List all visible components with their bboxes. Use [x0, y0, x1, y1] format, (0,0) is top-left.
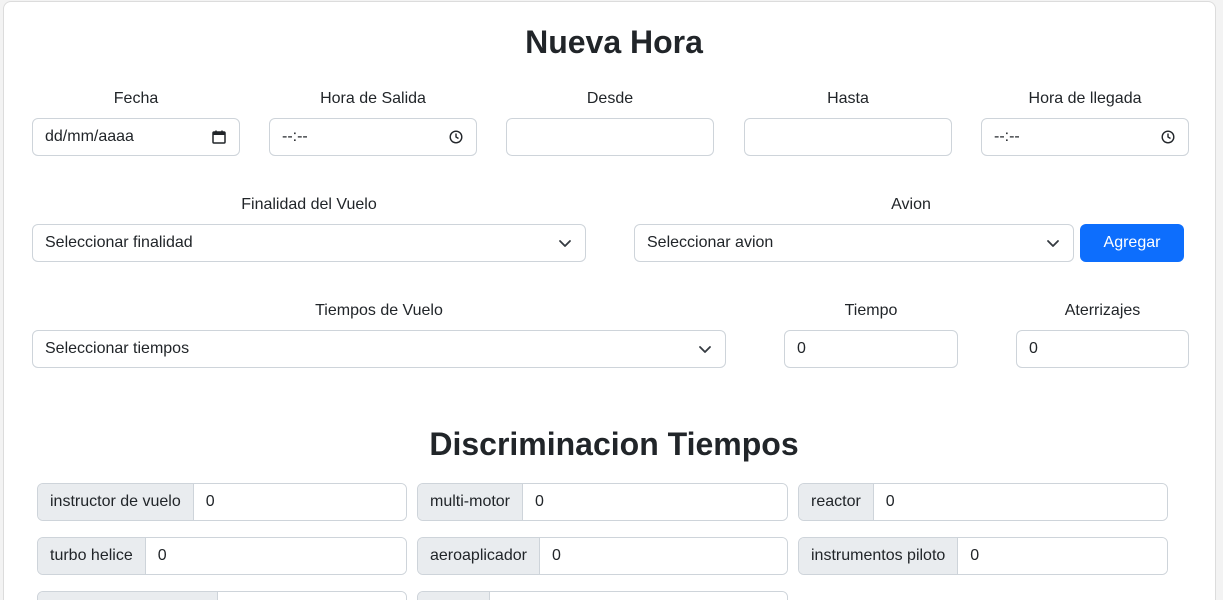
hora-llegada-placeholder: --:--: [994, 128, 1020, 145]
next-row-input[interactable]: [218, 592, 406, 600]
page-title: Nueva Hora: [525, 24, 703, 60]
hora-llegada-label: Hora de llegada: [1028, 90, 1142, 107]
next-row-label: [418, 592, 490, 600]
finalidad-selected: Seleccionar finalidad: [45, 234, 193, 251]
fecha-input[interactable]: dd/mm/aaaa: [32, 118, 240, 156]
avion-label: Avion: [891, 196, 931, 213]
multi-motor-group: multi-motor: [417, 483, 788, 521]
form-card: Nueva Hora Fecha Hora de Salida Desde Ha…: [3, 1, 1216, 600]
finalidad-label: Finalidad del Vuelo: [241, 196, 377, 213]
next-row-group: [37, 591, 407, 600]
finalidad-select[interactable]: Seleccionar finalidad: [32, 224, 586, 262]
aterrizajes-label: Aterrizajes: [1064, 302, 1141, 319]
hasta-label: Hasta: [827, 90, 869, 107]
tiempos-vuelo-label: Tiempos de Vuelo: [315, 302, 443, 319]
tiempo-label: Tiempo: [844, 302, 898, 319]
aterrizajes-input[interactable]: [1016, 330, 1189, 368]
aeroaplicador-input[interactable]: [539, 538, 787, 574]
agregar-button[interactable]: Agregar: [1080, 224, 1184, 262]
multi-motor-input[interactable]: [523, 484, 787, 520]
desde-input[interactable]: [506, 118, 714, 156]
instructor-de-vuelo-input[interactable]: [193, 484, 406, 520]
fecha-label: Fecha: [113, 90, 159, 107]
hora-salida-label: Hora de Salida: [320, 90, 426, 107]
aeroaplicador-label: aeroaplicador: [418, 538, 540, 574]
aeroaplicador-group: aeroaplicador: [417, 537, 788, 575]
chevron-down-icon: [697, 341, 713, 357]
hora-salida-input[interactable]: --:--: [269, 118, 477, 156]
turbo-helice-label: turbo helice: [38, 538, 146, 574]
clock-icon[interactable]: [1160, 129, 1176, 145]
reactor-label: reactor: [799, 484, 874, 520]
tiempos-vuelo-selected: Seleccionar tiempos: [45, 340, 190, 357]
turbo-helice-group: turbo helice: [37, 537, 407, 575]
reactor-input[interactable]: [873, 484, 1167, 520]
instrumentos-piloto-input[interactable]: [958, 538, 1167, 574]
next-row-group: [417, 591, 788, 600]
multi-motor-label: multi-motor: [418, 484, 524, 520]
hasta-input[interactable]: [744, 118, 952, 156]
section-title: Discriminacion Tiempos: [429, 426, 799, 462]
chevron-down-icon: [557, 235, 573, 251]
turbo-helice-input[interactable]: [145, 538, 406, 574]
hora-llegada-input[interactable]: --:--: [981, 118, 1189, 156]
hora-salida-placeholder: --:--: [282, 128, 308, 145]
instructor-de-vuelo-label: instructor de vuelo: [38, 484, 194, 520]
instructor-de-vuelo-group: instructor de vuelo: [37, 483, 407, 521]
chevron-down-icon: [1045, 235, 1061, 251]
tiempo-input[interactable]: [784, 330, 958, 368]
avion-select[interactable]: Seleccionar avion: [634, 224, 1074, 262]
instrumentos-piloto-label: instrumentos piloto: [799, 538, 959, 574]
instrumentos-piloto-group: instrumentos piloto: [798, 537, 1168, 575]
next-row-label: [38, 592, 218, 600]
calendar-icon[interactable]: [211, 129, 227, 145]
clock-icon[interactable]: [448, 129, 464, 145]
tiempos-vuelo-select[interactable]: Seleccionar tiempos: [32, 330, 726, 368]
reactor-group: reactor: [798, 483, 1168, 521]
desde-label: Desde: [586, 90, 634, 107]
fecha-placeholder: dd/mm/aaaa: [45, 128, 134, 145]
avion-selected: Seleccionar avion: [647, 234, 774, 251]
next-row-input[interactable]: [490, 592, 787, 600]
